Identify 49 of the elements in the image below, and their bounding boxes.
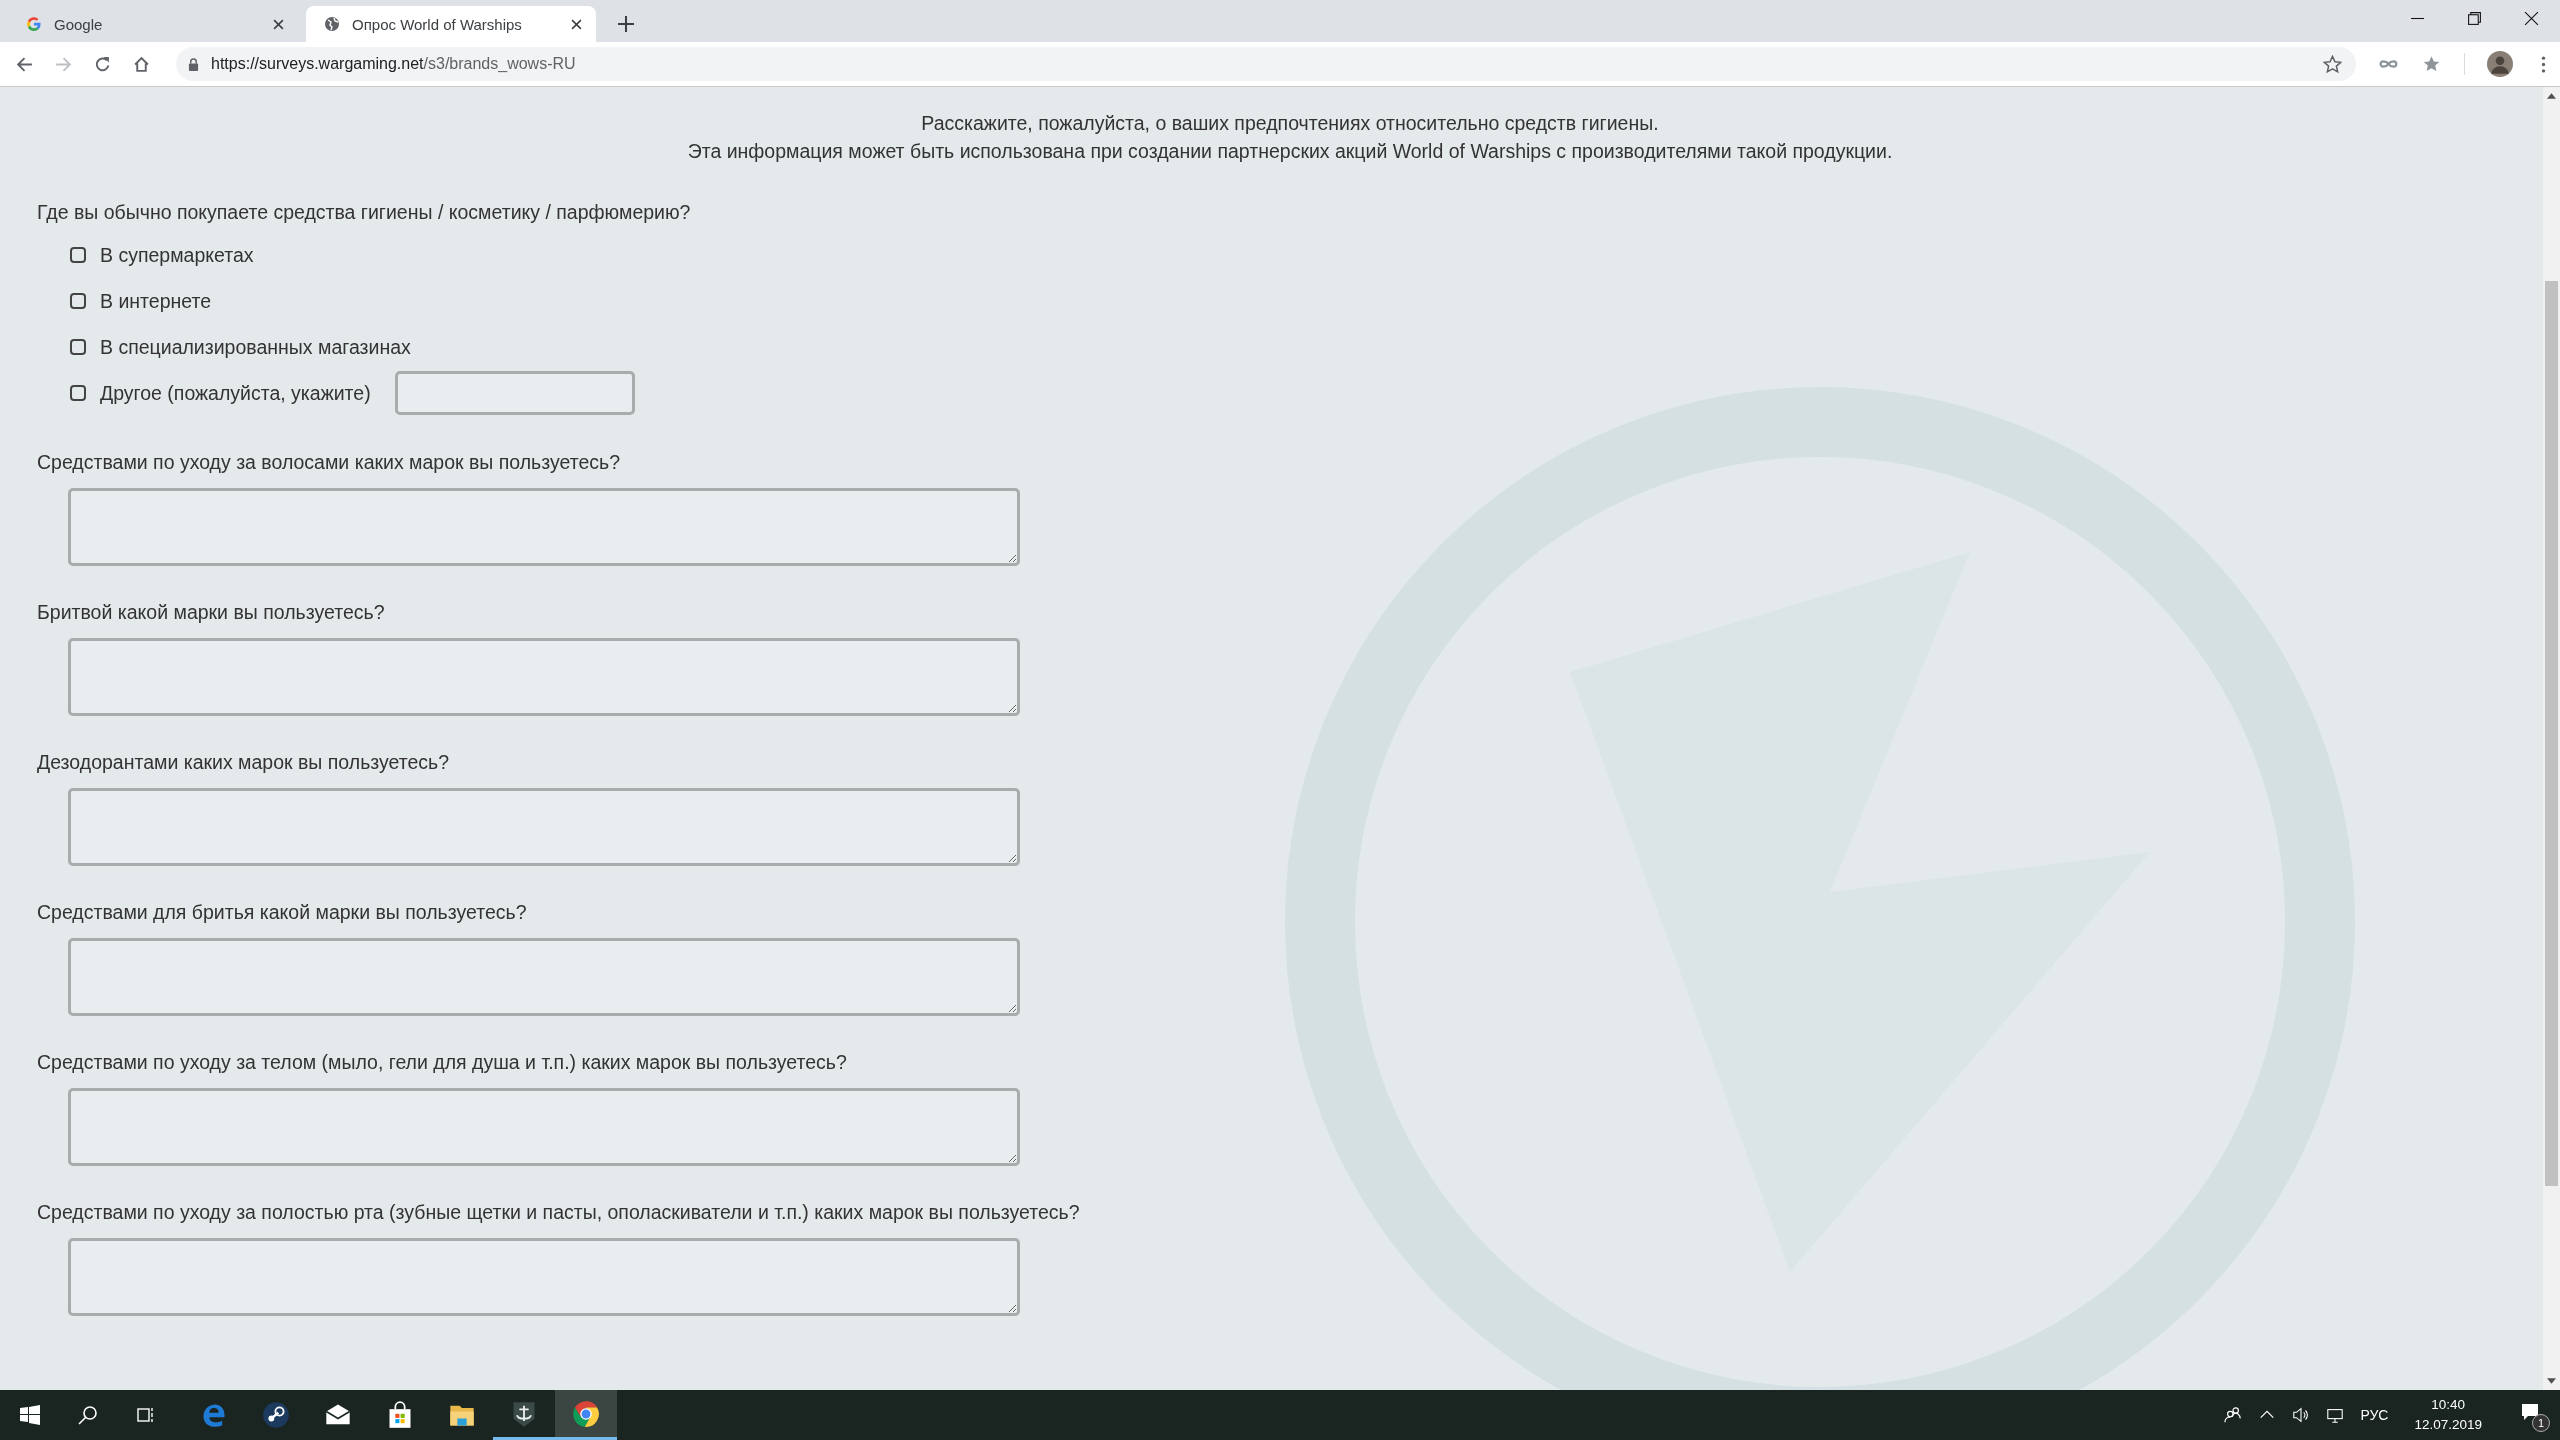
browser-tab[interactable]: Google <box>8 6 298 42</box>
url-text: https://surveys.wargaming.net/s3/brands_wows-RU <box>211 55 577 73</box>
chrome-browser-icon <box>572 1399 600 1428</box>
star-extension-icon[interactable] <box>2421 55 2442 73</box>
scroll-up-icon[interactable] <box>2547 93 2556 99</box>
question-text: Средствами по уходу за волосами каких марок вы пользуетесь? <box>37 450 622 475</box>
question-text: Средствами для бритья какой марки вы пользуетесь? <box>37 900 528 925</box>
intro-text: Эта информация может быть использована при создании партнерских акций World of Warships с производителями такой продукции. <box>686 139 1894 164</box>
question-text: Где вы обычно покупаете средства гигиены / косметику / парфюмерию? <box>37 200 692 225</box>
globe-icon <box>324 16 340 32</box>
scrollbar-thumb[interactable] <box>2545 281 2558 1186</box>
avatar-icon[interactable] <box>2487 51 2513 77</box>
question-text: Дезодорантами каких марок вы пользуетесь? <box>37 750 451 775</box>
close-icon[interactable] <box>571 18 582 30</box>
question-text: Средствами по уходу за телом (мыло, гели для душа и т.п.) каких марок вы пользуетесь? <box>37 1050 848 1075</box>
taskbar-app[interactable] <box>555 1390 617 1440</box>
language-indicator[interactable]: РУС <box>2360 1407 2389 1423</box>
option-label[interactable]: Другое (пожалуйста, укажите) <box>100 381 371 405</box>
option-label[interactable]: В супермаркетах <box>100 243 254 267</box>
star-icon[interactable] <box>2323 54 2342 74</box>
tab-title: Опрос World of Warships <box>352 15 523 33</box>
monitor-icon[interactable] <box>2326 1406 2345 1424</box>
speaker-icon[interactable] <box>2292 1406 2311 1424</box>
input-field[interactable] <box>394 371 635 415</box>
people-icon[interactable] <box>2224 1406 2243 1424</box>
address-bar[interactable]: https://surveys.wargaming.net/s3/brands_wows-RU <box>176 47 2356 81</box>
option-label[interactable]: В интернете <box>100 289 211 313</box>
checkbox[interactable] <box>70 293 86 309</box>
checkbox[interactable] <box>70 385 86 401</box>
lock-icon <box>188 57 199 71</box>
reload-icon[interactable] <box>94 55 111 73</box>
home-icon[interactable] <box>133 55 150 73</box>
question-text: Средствами по уходу за полостью рта (зубные щетки и пасты, ополаскиватели и т.п.) каких марок вы пользуетесь? <box>37 1200 1081 1225</box>
back-arrow-icon[interactable] <box>16 55 33 73</box>
notification-badge: 1 <box>2532 1414 2550 1432</box>
new-tab-icon[interactable] <box>618 16 634 32</box>
scrollbar[interactable] <box>2543 87 2560 1390</box>
steam-icon <box>262 1401 290 1429</box>
scroll-down-icon[interactable] <box>2547 1378 2556 1384</box>
g-logo-icon <box>26 16 42 32</box>
intro-text: Расскажите, пожалуйста, о ваших предпочтениях относительно средств гигиены. <box>920 111 1660 136</box>
option-label[interactable]: В специализированных магазинах <box>100 335 411 359</box>
checkbox[interactable] <box>70 339 86 355</box>
clock[interactable]: 10:40 12.07.2019 <box>2404 1395 2492 1435</box>
question-text: Бритвой какой марки вы пользуетесь? <box>37 600 386 625</box>
close-icon[interactable] <box>273 18 284 30</box>
checkbox[interactable] <box>70 247 86 263</box>
browser-tab[interactable]: Опрос World of Warships <box>306 6 596 42</box>
tab-title: Google <box>54 15 104 33</box>
